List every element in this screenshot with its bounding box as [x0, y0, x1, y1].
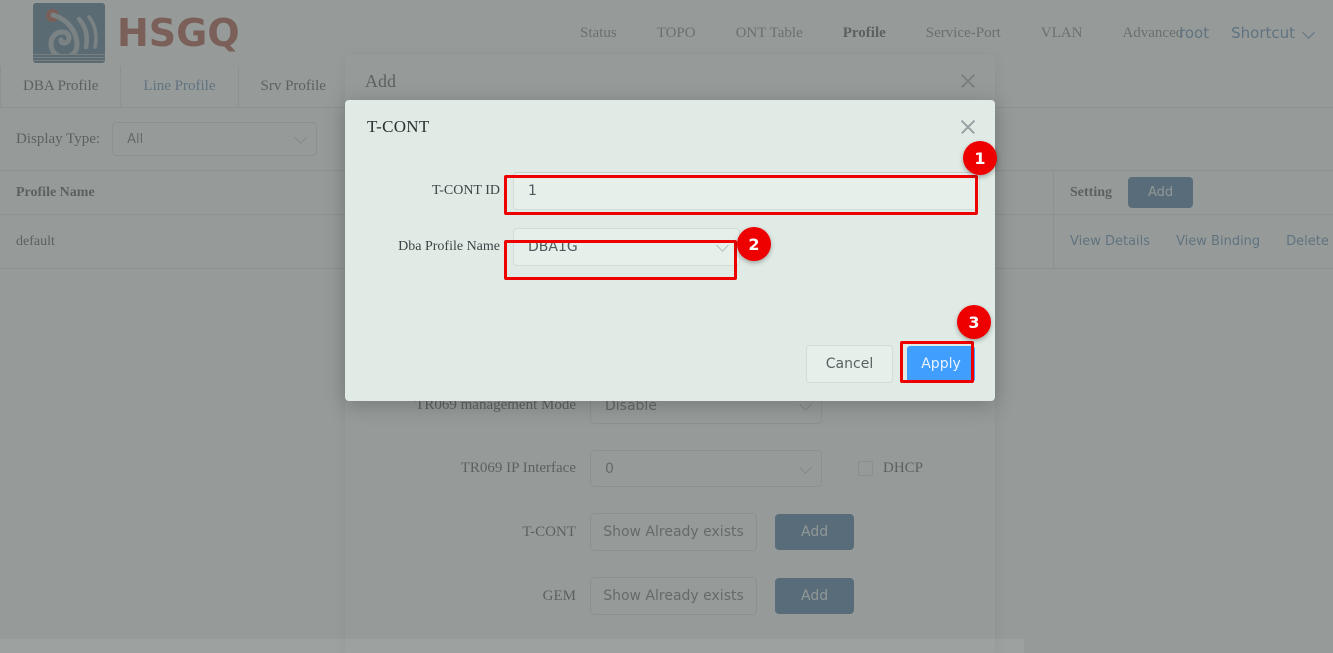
- annotation-badge-1: 1: [963, 141, 997, 175]
- tcont-dialog-title: T-CONT: [367, 117, 430, 136]
- tcont-id-label: T-CONT ID: [431, 183, 500, 198]
- annotation-badge-3: 3: [957, 305, 991, 339]
- page-footer-strip: [0, 639, 1024, 653]
- tcont-dialog-header: T-CONT: [345, 100, 995, 154]
- annotation-badge-2: 2: [737, 227, 771, 261]
- highlight-box-apply: [900, 341, 974, 383]
- highlight-box-dba-profile: [504, 240, 737, 280]
- highlight-box-tcont-id: [504, 175, 978, 215]
- dba-profile-name-label: Dba Profile Name: [398, 239, 500, 254]
- close-icon[interactable]: [959, 118, 977, 136]
- cancel-button[interactable]: Cancel: [806, 345, 893, 383]
